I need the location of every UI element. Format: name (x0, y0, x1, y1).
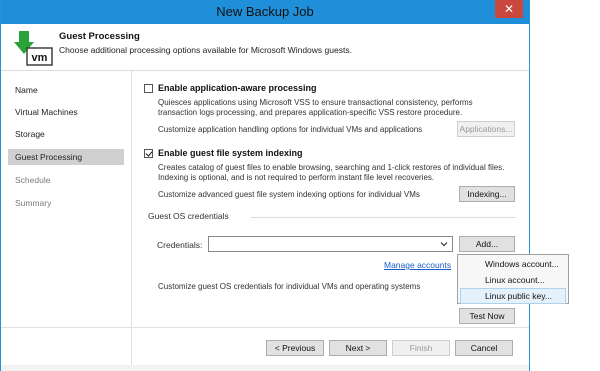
menu-item-windows-account[interactable]: Windows account... (460, 256, 566, 272)
menu-item-linux-public-key[interactable]: Linux public key... (460, 288, 566, 304)
indexing-title: Enable guest file system indexing (158, 148, 303, 158)
indexing-customize-text: Customize advanced guest file system ind… (158, 190, 420, 199)
add-credentials-menu: Windows account... Linux account... Linu… (457, 254, 569, 304)
new-backup-job-window: New Backup Job ✕ vm Guest Processing Cho… (0, 0, 569, 371)
window-bottom-edge (1, 365, 529, 371)
guest-os-credentials-label: Guest OS credentials (148, 211, 229, 221)
cancel-button[interactable]: Cancel (455, 340, 513, 356)
page-subtitle: Choose additional processing options ava… (59, 45, 352, 55)
window-title: New Backup Job (216, 4, 314, 19)
previous-button[interactable]: < Previous (266, 340, 324, 356)
indexing-description-1: Creates catalog of guest files to enable… (158, 163, 505, 172)
sidebar-item-name[interactable]: Name (8, 82, 124, 98)
menu-item-linux-account[interactable]: Linux account... (460, 272, 566, 288)
credentials-customize-text: Customize guest OS credentials for indiv… (158, 282, 421, 291)
next-button[interactable]: Next > (329, 340, 387, 356)
vm-download-icon: vm (14, 31, 53, 66)
app-aware-checkbox[interactable] (144, 84, 153, 93)
wizard-steps-sidebar: Name Virtual Machines Storage Guest Proc… (1, 71, 132, 371)
title-bar[interactable]: New Backup Job ✕ (1, 0, 529, 24)
svg-text:vm: vm (32, 52, 48, 64)
indexing-checkbox[interactable] (144, 149, 153, 158)
manage-accounts-link[interactable]: Manage accounts (384, 260, 451, 270)
applications-button[interactable]: Applications... (457, 121, 515, 137)
test-now-button[interactable]: Test Now (459, 308, 515, 324)
app-aware-description-2: transaction logs processing, and prepare… (158, 108, 463, 117)
chevron-down-icon (440, 242, 448, 247)
add-credentials-button[interactable]: Add... (459, 236, 515, 252)
sidebar-item-guest-processing[interactable]: Guest Processing (8, 149, 124, 165)
close-icon: ✕ (503, 2, 515, 16)
app-aware-description-1: Quiesces applications using Microsoft VS… (158, 98, 473, 107)
wizard-header: vm Guest Processing Choose additional pr… (1, 24, 529, 71)
indexing-button[interactable]: Indexing... (459, 186, 515, 202)
app-aware-title: Enable application-aware processing (158, 83, 317, 93)
credentials-field-label: Credentials: (157, 240, 203, 250)
sidebar-item-summary[interactable]: Summary (8, 195, 124, 211)
credentials-select[interactable] (208, 236, 453, 252)
indexing-description-2: Indexing is optional, and is not require… (158, 173, 435, 182)
sidebar-item-storage[interactable]: Storage (8, 126, 124, 142)
section-divider (251, 217, 516, 218)
footer-divider (1, 327, 529, 328)
finish-button[interactable]: Finish (392, 340, 450, 356)
sidebar-item-schedule[interactable]: Schedule (8, 172, 124, 188)
page-title: Guest Processing (59, 31, 140, 42)
app-aware-customize-text: Customize application handling options f… (158, 125, 423, 134)
close-button[interactable]: ✕ (495, 0, 523, 18)
sidebar-item-virtual-machines[interactable]: Virtual Machines (8, 104, 124, 120)
